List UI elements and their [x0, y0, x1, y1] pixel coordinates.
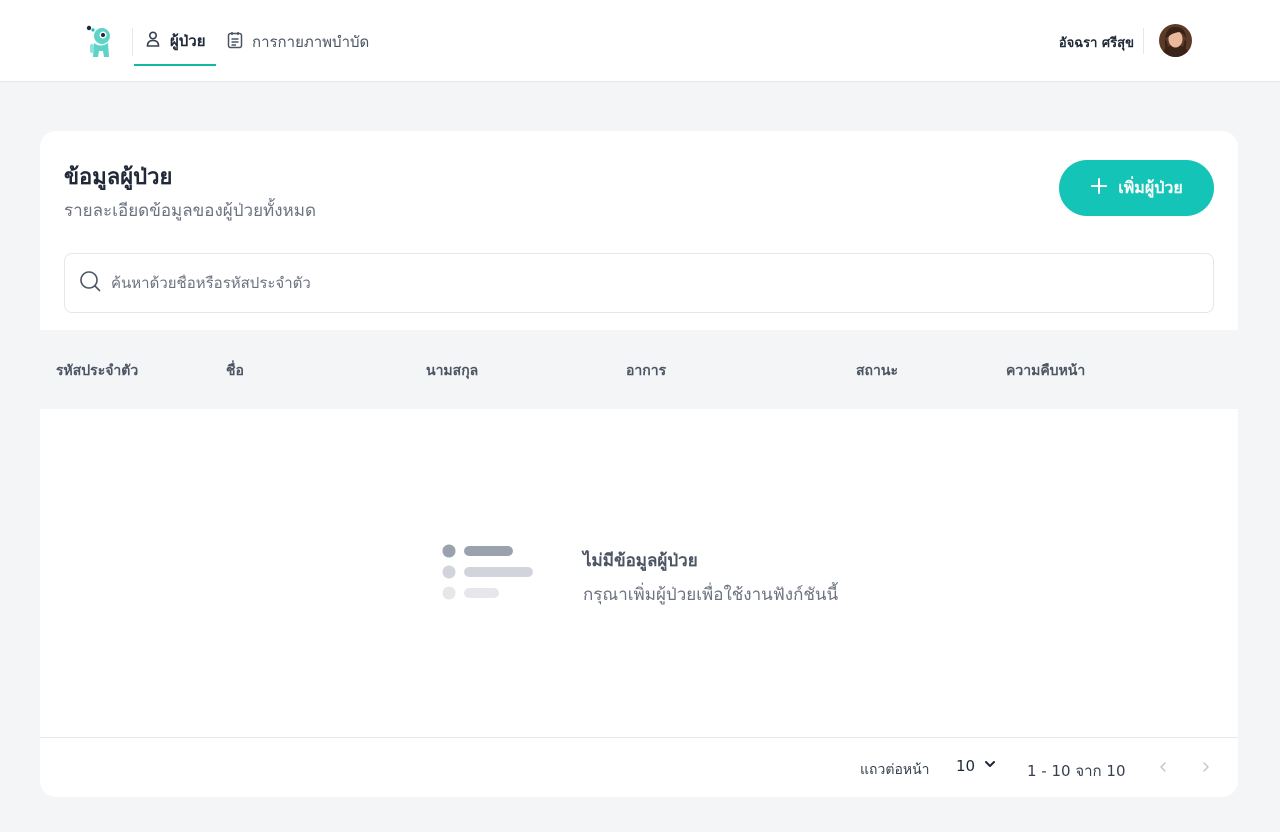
- search-icon: [79, 270, 101, 296]
- column-header-symptoms[interactable]: อาการ: [626, 360, 666, 382]
- patients-card: ข้อมูลผู้ป่วย รายละเอียดข้อมูลของผู้ป่วย…: [40, 131, 1238, 797]
- add-patient-button-label: เพิ่มผู้ป่วย: [1118, 179, 1183, 197]
- rows-per-page-label: แถวต่อหน้า: [860, 762, 930, 778]
- user-icon: [144, 30, 162, 52]
- rows-per-page-select[interactable]: 10: [956, 757, 997, 775]
- tab-therapy-label: การกายภาพบำบัด: [252, 33, 370, 51]
- search-input[interactable]: [111, 274, 1191, 292]
- chevron-left-icon: [1157, 758, 1169, 777]
- user-divider: [1143, 28, 1144, 54]
- user-name[interactable]: อัจฉรา ศรีสุข: [1059, 32, 1134, 53]
- empty-state-title: ไม่มีข้อมูลผู้ป่วย: [583, 551, 698, 571]
- chevron-right-icon: [1200, 758, 1212, 777]
- empty-list-icon: [442, 543, 536, 601]
- column-header-progress[interactable]: ความคืบหน้า: [1006, 360, 1085, 382]
- top-navbar: ผู้ป่วย การกายภาพบำบัด อัจฉรา ศรีสุข: [0, 0, 1280, 82]
- tab-patients[interactable]: ผู้ป่วย: [134, 18, 216, 66]
- column-header-id[interactable]: รหัสประจำตัว: [56, 360, 138, 382]
- tab-therapy[interactable]: การกายภาพบำบัด: [224, 18, 369, 66]
- column-header-last-name[interactable]: นามสกุล: [426, 360, 478, 382]
- page-title: ข้อมูลผู้ป่วย: [64, 165, 173, 190]
- tab-patients-label: ผู้ป่วย: [170, 32, 206, 50]
- plus-icon: [1090, 177, 1108, 200]
- add-patient-button[interactable]: เพิ่มผู้ป่วย: [1059, 160, 1214, 216]
- search-box: [64, 253, 1214, 313]
- rows-per-page-value: 10: [956, 757, 976, 775]
- table-header: รหัสประจำตัว ชื่อ นามสกุล อาการ สถานะ คว…: [40, 330, 1238, 409]
- footer-divider: [40, 737, 1238, 738]
- empty-state-description: กรุณาเพิ่มผู้ป่วยเพื่อใช้งานฟังก์ชันนี้: [583, 585, 839, 605]
- column-header-status[interactable]: สถานะ: [856, 360, 898, 382]
- column-header-first-name[interactable]: ชื่อ: [226, 360, 244, 382]
- avatar[interactable]: [1159, 24, 1192, 57]
- pagination-range: 1 - 10 จาก 10: [1027, 762, 1126, 780]
- clipboard-icon: [226, 31, 244, 53]
- nav-divider: [132, 28, 133, 56]
- previous-page-button[interactable]: [1153, 757, 1173, 777]
- next-page-button[interactable]: [1196, 757, 1216, 777]
- chevron-down-icon: [983, 757, 997, 775]
- app-logo-icon[interactable]: [84, 24, 116, 60]
- page-subtitle: รายละเอียดข้อมูลของผู้ป่วยทั้งหมด: [64, 201, 317, 221]
